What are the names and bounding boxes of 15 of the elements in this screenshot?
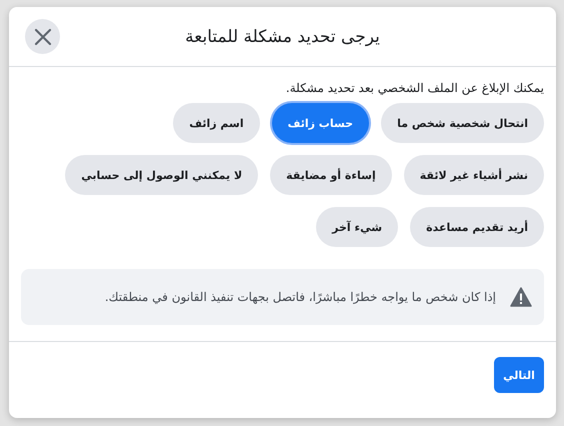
next-button[interactable]: التالي (494, 357, 544, 393)
instruction-text: يمكنك الإبلاغ عن الملف الشخصي بعد تحديد مشكلة. (284, 81, 544, 95)
option-chip[interactable]: اسم زائف (173, 103, 260, 143)
dialog-title: يرجى تحديد مشكلة للمتابعة (185, 26, 380, 46)
notice-text: إذا كان شخص ما يواجه خطرًا مباشرًا، فاتصل بجهات تنفيذ القانون في منطقتك. (104, 290, 496, 304)
option-chip[interactable]: انتحال شخصية شخص ما (381, 103, 544, 143)
option-chip[interactable]: أريد تقديم مساعدة (410, 207, 544, 247)
close-button[interactable] (25, 19, 60, 54)
option-chip[interactable]: إساءة أو مضايقة (270, 155, 392, 195)
close-icon (34, 28, 52, 46)
option-chip[interactable]: حساب زائف (272, 103, 370, 143)
option-chip[interactable]: نشر أشياء غير لائقة (404, 155, 544, 195)
option-chip[interactable]: لا يمكنني الوصول إلى حسابي (65, 155, 258, 195)
option-chip[interactable]: شيء آخر (316, 207, 398, 247)
warning-icon (510, 287, 532, 307)
